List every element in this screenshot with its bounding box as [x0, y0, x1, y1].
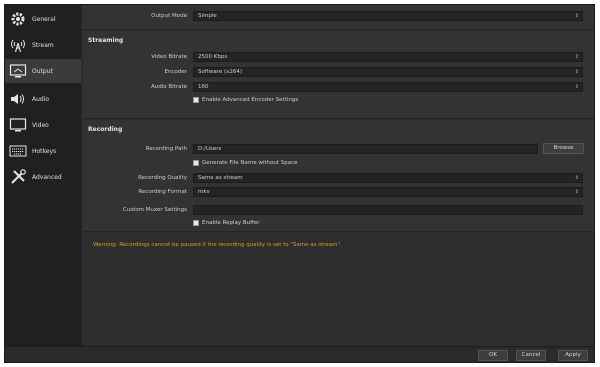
output-mode-label: Output Mode: [151, 13, 187, 19]
sidebar-item-hotkeys[interactable]: Hotkeys: [5, 139, 81, 163]
video-bitrate-label: Video Bitrate: [151, 54, 187, 60]
broadcast-icon: [7, 36, 29, 54]
ok-button[interactable]: OK: [478, 350, 508, 361]
tools-icon: [7, 168, 29, 186]
recording-path-input[interactable]: D:/Users: [193, 144, 538, 154]
recording-format-select[interactable]: mkv ⇕: [193, 187, 583, 197]
sidebar-item-label: Advanced: [32, 173, 62, 181]
encoder-label: Encoder: [164, 69, 188, 75]
recording-quality-value: Same as stream: [198, 175, 243, 181]
output-mode-value: Simple: [198, 13, 217, 19]
replay-buffer-checkbox[interactable]: Enable Replay Buffer: [193, 220, 260, 226]
dialog-button-bar: OK Cancel Apply: [5, 346, 594, 362]
display-icon: [7, 116, 29, 134]
video-bitrate-spinbox[interactable]: 2500 Kbps ⇕: [193, 52, 583, 62]
keyboard-icon: [7, 142, 29, 160]
updown-arrow-icon: ⇕: [574, 13, 579, 19]
spin-arrow-icon: ⇕: [574, 54, 579, 60]
sidebar-item-audio[interactable]: Audio: [5, 87, 81, 111]
video-bitrate-value: 2500 Kbps: [198, 54, 228, 60]
browse-button[interactable]: Browse: [543, 143, 584, 154]
gear-icon: [7, 10, 29, 28]
checkbox-box[interactable]: [193, 160, 199, 166]
advanced-encoder-label: Enable Advanced Encoder Settings: [202, 97, 299, 103]
recording-format-label: Recording Format: [138, 189, 187, 195]
replay-buffer-label: Enable Replay Buffer: [202, 220, 260, 226]
sidebar-item-output[interactable]: Output: [5, 59, 81, 83]
streaming-title: Streaming: [88, 37, 124, 44]
no-space-label: Generate File Name without Space: [202, 160, 298, 166]
monitor-output-icon: [7, 62, 29, 80]
recording-format-value: mkv: [198, 189, 210, 195]
cancel-button[interactable]: Cancel: [516, 350, 546, 361]
sidebar-item-stream[interactable]: Stream: [5, 33, 81, 57]
updown-arrow-icon: ⇕: [574, 69, 579, 75]
sidebar: General Stream Output Audio Video Hotkey…: [5, 5, 81, 346]
updown-arrow-icon: ⇕: [574, 175, 579, 181]
muxer-settings-input[interactable]: [193, 205, 583, 215]
audio-bitrate-select[interactable]: 160 ⇕: [193, 82, 583, 92]
muxer-settings-label: Custom Muxer Settings: [122, 207, 187, 213]
recording-path-value: D:/Users: [198, 146, 222, 152]
no-space-checkbox[interactable]: Generate File Name without Space: [193, 160, 298, 166]
checkbox-box[interactable]: [193, 97, 199, 103]
recording-warning: Warning: Recordings cannot be paused if …: [93, 242, 342, 248]
encoder-select[interactable]: Software (x264) ⇕: [193, 67, 583, 77]
output-mode-section: Output Mode Simple ⇕: [83, 5, 594, 30]
sidebar-item-video[interactable]: Video: [5, 113, 81, 137]
updown-arrow-icon: ⇕: [574, 84, 579, 90]
sidebar-item-label: Video: [32, 121, 49, 129]
checkbox-box[interactable]: [193, 220, 199, 226]
recording-quality-label: Recording Quality: [138, 175, 187, 181]
sidebar-item-label: Hotkeys: [32, 147, 57, 155]
recording-path-label: Recording Path: [145, 146, 187, 152]
output-mode-select[interactable]: Simple ⇕: [193, 11, 583, 21]
sidebar-item-label: Stream: [32, 41, 54, 49]
audio-bitrate-value: 160: [198, 84, 209, 90]
settings-window: General Stream Output Audio Video Hotkey…: [4, 4, 595, 363]
streaming-section: Streaming Video Bitrate 2500 Kbps ⇕ Enco…: [83, 31, 594, 119]
sidebar-item-label: Audio: [32, 95, 50, 103]
audio-bitrate-label: Audio Bitrate: [150, 84, 187, 90]
advanced-encoder-checkbox[interactable]: Enable Advanced Encoder Settings: [193, 97, 298, 103]
speaker-icon: [7, 90, 29, 108]
recording-quality-select[interactable]: Same as stream ⇕: [193, 173, 583, 183]
sidebar-item-general[interactable]: General: [5, 7, 81, 31]
sidebar-item-label: Output: [32, 67, 53, 75]
encoder-value: Software (x264): [198, 69, 243, 75]
apply-button[interactable]: Apply: [558, 350, 588, 361]
settings-panel: Output Mode Simple ⇕ Streaming Video Bit…: [83, 5, 594, 346]
recording-section: Recording Recording Path D:/Users Browse…: [83, 120, 594, 232]
recording-title: Recording: [88, 126, 123, 133]
updown-arrow-icon: ⇕: [574, 189, 579, 195]
sidebar-item-label: General: [32, 15, 56, 23]
sidebar-item-advanced[interactable]: Advanced: [5, 165, 81, 189]
